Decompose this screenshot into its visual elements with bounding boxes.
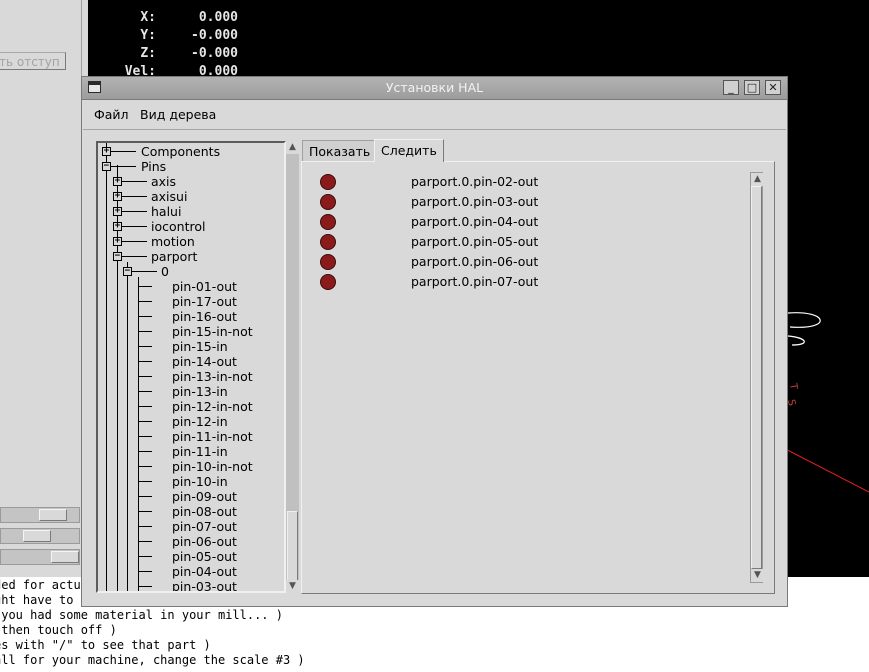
expand-axisui-icon[interactable]: + [113,192,122,201]
tree-scroll-thumb[interactable] [287,511,298,581]
tree-item-pin[interactable]: pin-15-in-not [172,324,253,339]
spindle-slider[interactable] [0,528,80,544]
dro-y: Y: -0.000 [140,28,238,43]
watch-row[interactable]: parport.0.pin-05-out [320,232,720,252]
watch-scrollbar[interactable]: ▲ ▼ [750,172,764,583]
tree-item-pin[interactable]: pin-04-out [172,564,237,579]
tree-item-pin[interactable]: pin-08-out [172,504,237,519]
dro-z: Z: -0.000 [140,46,238,61]
tree-item-iocontrol[interactable]: iocontrol [151,219,205,234]
expand-halui-icon[interactable]: + [113,207,122,216]
menubar: Файл Вид дерева [83,100,786,130]
pin-led-icon [320,234,336,250]
tree-item-pin[interactable]: pin-16-out [172,309,237,324]
tree-item-pin[interactable]: pin-13-in [172,384,228,399]
feed-slider[interactable] [0,507,80,523]
gcode-line: es with "/" to see that part ) [0,638,211,652]
pin-led-icon [320,254,336,270]
watch-scroll-up-icon[interactable]: ▲ [751,173,764,186]
collapse-parport-0-icon[interactable]: − [123,267,132,276]
pin-led-icon [320,174,336,190]
watch-row[interactable]: parport.0.pin-03-out [320,192,720,212]
tree-item-pin[interactable]: pin-13-in-not [172,369,253,384]
watch-row[interactable]: parport.0.pin-02-out [320,172,720,192]
jog-slider[interactable] [0,549,80,565]
gcode-line: you had some material in your mill... ) [0,608,283,622]
watch-pin-name: parport.0.pin-04-out [411,214,539,229]
watch-scroll-thumb[interactable] [751,186,762,569]
tree-item-pin[interactable]: pin-15-in [172,339,228,354]
tree-item-pin[interactable]: pin-17-out [172,294,237,309]
watch-row[interactable]: parport.0.pin-06-out [320,252,720,272]
tree-item-pin[interactable]: pin-12-in [172,414,228,429]
spindle-slider-thumb[interactable] [23,530,51,542]
indent-button[interactable]: ть отступ [0,52,66,70]
window-title: Установки HAL [385,80,484,95]
hal-config-window: Установки HAL _ □ ✕ Файл Вид дерева + Co… [81,76,788,607]
gcode-line: all for your machine, change the scale #… [0,653,305,667]
menu-file[interactable]: Файл [94,107,129,122]
dro-x: X: 0.000 [140,10,238,25]
tree-item-components[interactable]: Components [141,144,220,159]
collapse-pins-icon[interactable]: − [102,162,111,171]
maximize-button[interactable]: □ [744,80,760,95]
tree-item-pin[interactable]: pin-12-in-not [172,399,253,414]
tree-item-pin[interactable]: pin-07-out [172,519,237,534]
hal-tree: + Components − Pins + axis + axisui + ha… [96,141,286,593]
tree-scroll-up-icon[interactable]: ▲ [286,141,299,154]
tree-item-motion[interactable]: motion [151,234,195,249]
tree-scrollbar[interactable]: ▲ ▼ [286,141,299,593]
dro-readout: X: 0.000 Y: -0.000 Z: -0.000 Vel: 0.000 [110,9,238,81]
watch-pin-name: parport.0.pin-05-out [411,234,539,249]
collapse-parport-icon[interactable]: − [113,252,122,261]
expand-motion-icon[interactable]: + [113,237,122,246]
expand-axis-icon[interactable]: + [113,177,122,186]
tree-item-pins[interactable]: Pins [141,159,166,174]
window-titlebar[interactable]: Установки HAL _ □ ✕ [82,77,787,100]
tree-scroll-down-icon[interactable]: ▼ [286,580,299,593]
tree-item-pin[interactable]: pin-01-out [172,279,237,294]
pin-led-icon [320,194,336,210]
tree-item-pin[interactable]: pin-05-out [172,549,237,564]
pin-led-icon [320,214,336,230]
tree-item-pin[interactable]: pin-09-out [172,489,237,504]
expand-components-icon[interactable]: + [102,147,111,156]
watch-panel: parport.0.pin-02-out parport.0.pin-03-out… [301,161,775,594]
watch-pin-name: parport.0.pin-07-out [411,274,539,289]
watch-scroll-down-icon[interactable]: ▼ [751,569,764,582]
watch-row[interactable]: parport.0.pin-04-out [320,212,720,232]
tree-item-pin[interactable]: pin-14-out [172,354,237,369]
tree-item-pin[interactable]: pin-11-in-not [172,429,253,444]
minimize-button[interactable]: _ [723,80,739,95]
watch-row[interactable]: parport.0.pin-07-out [320,272,720,292]
tree-item-axis[interactable]: axis [151,174,176,189]
jog-slider-thumb[interactable] [51,551,79,563]
tree-item-parport-0[interactable]: 0 [161,264,169,279]
feed-slider-thumb[interactable] [39,509,67,521]
tree-item-pin[interactable]: pin-11-in [172,444,228,459]
watch-pin-name: parport.0.pin-02-out [411,174,539,189]
tree-item-parport[interactable]: parport [151,249,197,264]
tree-item-pin[interactable]: pin-10-in-not [172,459,253,474]
tree-item-halui[interactable]: halui [151,204,181,219]
tree-item-pin[interactable]: pin-06-out [172,534,237,549]
gcode-line: then touch off ) [0,623,117,637]
tab-show[interactable]: Показать [302,140,378,161]
menu-tree-view[interactable]: Вид дерева [140,107,216,122]
close-button[interactable]: ✕ [765,80,781,95]
tree-item-pin[interactable]: pin-03-out [172,579,237,591]
svg-text:T: T [787,382,799,392]
watch-pin-name: parport.0.pin-03-out [411,194,539,209]
left-control-panel [0,0,82,500]
pin-led-icon [320,274,336,290]
tree-item-axisui[interactable]: axisui [151,189,187,204]
expand-iocontrol-icon[interactable]: + [113,222,122,231]
tree-content: + Components − Pins + axis + axisui + ha… [98,143,284,591]
tree-item-pin[interactable]: pin-10-in [172,474,228,489]
watch-pin-name: parport.0.pin-06-out [411,254,539,269]
tab-watch[interactable]: Следить [374,139,444,162]
